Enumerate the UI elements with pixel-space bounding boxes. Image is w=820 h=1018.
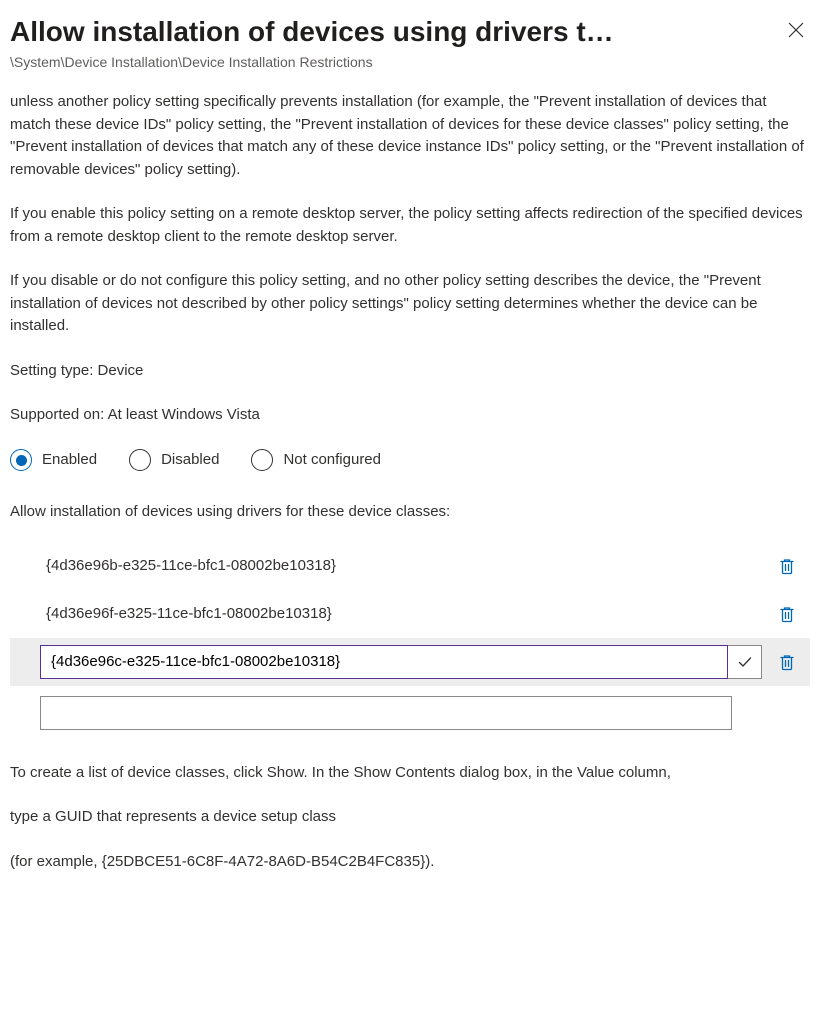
confirm-button[interactable] xyxy=(728,645,762,679)
setting-type: Setting type: Device xyxy=(10,360,810,383)
radio-enabled[interactable]: Enabled xyxy=(10,449,97,472)
list-item-new xyxy=(10,686,810,734)
page-title: Allow installation of devices using driv… xyxy=(10,14,614,50)
radio-not-configured[interactable]: Not configured xyxy=(251,449,381,472)
list-section-label: Allow installation of devices using driv… xyxy=(10,501,810,524)
list-item-editing xyxy=(10,638,810,686)
radio-indicator-icon xyxy=(129,449,151,471)
delete-button[interactable] xyxy=(770,645,804,679)
list-item-value: {4d36e96b-e325-11ce-bfc1-08002be10318} xyxy=(16,555,770,578)
radio-disabled-label: Disabled xyxy=(161,449,219,472)
footer-para-3: (for example, {25DBCE51-6C8F-4A72-8A6D-B… xyxy=(10,851,810,874)
trash-icon xyxy=(778,605,796,623)
footer-para-1: To create a list of device classes, clic… xyxy=(10,762,810,785)
supported-on: Supported on: At least Windows Vista xyxy=(10,404,810,427)
breadcrumb: \System\Device Installation\Device Insta… xyxy=(10,52,810,73)
close-icon xyxy=(788,22,804,38)
radio-not-configured-label: Not configured xyxy=(283,449,381,472)
radio-indicator-icon xyxy=(251,449,273,471)
delete-button[interactable] xyxy=(770,549,804,583)
footer-para-2: type a GUID that represents a device set… xyxy=(10,806,810,829)
description-para-2: If you enable this policy setting on a r… xyxy=(10,203,810,248)
trash-icon xyxy=(778,653,796,671)
close-button[interactable] xyxy=(782,16,810,44)
description-para-1: unless another policy setting specifical… xyxy=(10,91,810,181)
list-item[interactable]: {4d36e96b-e325-11ce-bfc1-08002be10318} xyxy=(10,542,810,590)
delete-button[interactable] xyxy=(770,597,804,631)
device-class-list: {4d36e96b-e325-11ce-bfc1-08002be10318} {… xyxy=(10,542,810,734)
state-radio-group: Enabled Disabled Not configured xyxy=(10,449,810,472)
description-para-3: If you disable or do not configure this … xyxy=(10,270,810,338)
check-icon xyxy=(737,654,753,670)
radio-disabled[interactable]: Disabled xyxy=(129,449,219,472)
list-item-value: {4d36e96f-e325-11ce-bfc1-08002be10318} xyxy=(16,603,770,626)
radio-indicator-icon xyxy=(10,449,32,471)
device-class-input-new[interactable] xyxy=(40,696,732,730)
trash-icon xyxy=(778,557,796,575)
radio-enabled-label: Enabled xyxy=(42,449,97,472)
device-class-input[interactable] xyxy=(40,645,728,679)
list-item[interactable]: {4d36e96f-e325-11ce-bfc1-08002be10318} xyxy=(10,590,810,638)
